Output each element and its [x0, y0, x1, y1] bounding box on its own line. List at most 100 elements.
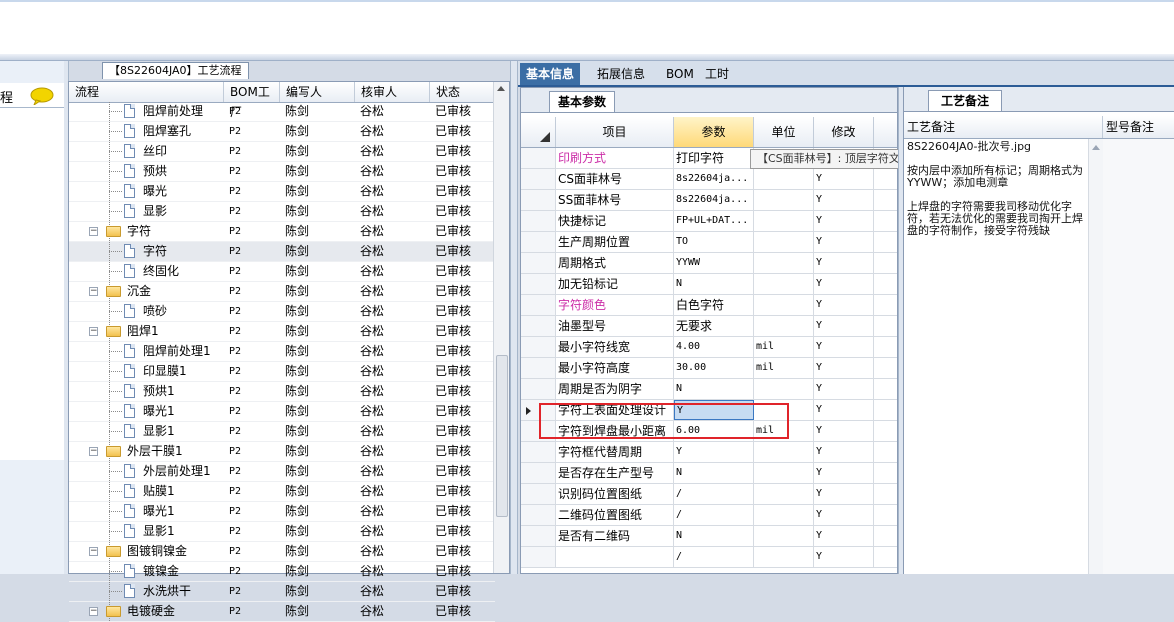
row-indicator[interactable] — [521, 379, 556, 399]
table-row[interactable]: 喷砂 P2 陈剑 谷松 已审核 — [69, 302, 495, 322]
tab-bom[interactable]: BOM — [660, 63, 700, 85]
table-row[interactable]: 曝光1 P2 陈剑 谷松 已审核 — [69, 502, 495, 522]
param-row[interactable]: 字符颜色 白色字符 Y — [521, 295, 897, 316]
notes-scrollbar[interactable] — [1088, 139, 1104, 574]
param-row[interactable]: SS面菲林号 8s22604ja... Y — [521, 190, 897, 211]
col-header-unit[interactable]: 单位 — [754, 117, 814, 147]
param-value[interactable]: 打印字符 — [674, 148, 754, 168]
grid-corner[interactable] — [521, 117, 556, 147]
param-value[interactable]: 30.00 — [674, 358, 754, 378]
param-modify[interactable]: Y — [814, 190, 874, 210]
collapse-toggle-icon[interactable]: − — [89, 547, 98, 556]
param-row[interactable]: 油墨型号 无要求 Y — [521, 316, 897, 337]
col-header-item[interactable]: 项目 — [556, 117, 674, 147]
table-row[interactable]: − 外层干膜1 P2 陈剑 谷松 已审核 — [69, 442, 495, 462]
row-indicator[interactable] — [521, 526, 556, 546]
middle-splitter[interactable] — [510, 61, 518, 574]
param-value[interactable]: 8s22604ja... — [674, 190, 754, 210]
table-row[interactable]: 预烘1 P2 陈剑 谷松 已审核 — [69, 382, 495, 402]
param-modify[interactable]: Y — [814, 379, 874, 399]
table-row[interactable]: 预烘 P2 陈剑 谷松 已审核 — [69, 162, 495, 182]
param-modify[interactable]: Y — [814, 400, 874, 420]
param-value[interactable]: TO — [674, 232, 754, 252]
param-row[interactable]: 快捷标记 FP+UL+DAT... Y — [521, 211, 897, 232]
table-row[interactable]: 阻焊前处理1 P2 陈剑 谷松 已审核 — [69, 342, 495, 362]
param-row[interactable]: / Y — [521, 547, 897, 568]
row-indicator[interactable] — [521, 169, 556, 189]
param-row[interactable]: 最小字符线宽 4.00 mil Y — [521, 337, 897, 358]
param-modify[interactable]: Y — [814, 463, 874, 483]
param-modify[interactable]: Y — [814, 169, 874, 189]
table-row[interactable]: 显影1 P2 陈剑 谷松 已审核 — [69, 422, 495, 442]
param-modify[interactable]: Y — [814, 547, 874, 567]
row-indicator[interactable] — [521, 274, 556, 294]
row-indicator[interactable] — [521, 358, 556, 378]
param-modify[interactable]: Y — [814, 484, 874, 504]
table-row[interactable]: − 图镀铜镍金 P2 陈剑 谷松 已审核 — [69, 542, 495, 562]
param-row[interactable]: CS面菲林号 8s22604ja... Y — [521, 169, 897, 190]
row-indicator[interactable] — [521, 148, 556, 168]
col-header-writer[interactable]: 编写人 — [280, 82, 355, 102]
param-value[interactable]: YYWW — [674, 253, 754, 273]
param-row[interactable]: 识别码位置图纸 / Y — [521, 484, 897, 505]
param-modify[interactable]: Y — [814, 526, 874, 546]
scroll-up-icon[interactable] — [497, 86, 505, 91]
param-value[interactable]: 无要求 — [674, 316, 754, 336]
table-row[interactable]: 印显膜1 P2 陈剑 谷松 已审核 — [69, 362, 495, 382]
row-indicator[interactable] — [521, 295, 556, 315]
row-indicator[interactable] — [521, 484, 556, 504]
notes-textarea[interactable]: 8S22604JA0-批次号.jpg 按内层中添加所有标记；周期格式为YYWW；… — [907, 141, 1087, 249]
tab-basic-info[interactable]: 基本信息 — [520, 63, 581, 85]
scroll-up-icon[interactable] — [1092, 145, 1100, 150]
tab-work-hours[interactable]: 工时 — [699, 63, 735, 85]
table-row[interactable]: 显影1 P2 陈剑 谷松 已审核 — [69, 522, 495, 542]
collapse-toggle-icon[interactable]: − — [89, 227, 98, 236]
col-header-flow[interactable]: 流程 — [69, 82, 224, 102]
col-header-process-notes[interactable]: 工艺备注 — [904, 116, 1103, 138]
col-header-bom[interactable]: BOM工厂 — [224, 82, 280, 119]
col-header-reviewer[interactable]: 核审人 — [355, 82, 430, 102]
param-row[interactable]: 周期格式 YYWW Y — [521, 253, 897, 274]
param-value[interactable]: 8s22604ja... — [674, 169, 754, 189]
param-modify[interactable]: Y — [814, 316, 874, 336]
param-modify[interactable]: Y — [814, 211, 874, 231]
param-row[interactable]: 二维码位置图纸 / Y — [521, 505, 897, 526]
row-indicator[interactable] — [521, 463, 556, 483]
table-row[interactable]: − 字符 P2 陈剑 谷松 已审核 — [69, 222, 495, 242]
param-modify[interactable]: Y — [814, 295, 874, 315]
param-value[interactable]: N — [674, 274, 754, 294]
param-value[interactable]: / — [674, 505, 754, 525]
row-indicator[interactable] — [521, 547, 556, 567]
param-row[interactable]: 加无铅标记 N Y — [521, 274, 897, 295]
collapse-toggle-icon[interactable]: − — [89, 327, 98, 336]
param-row[interactable]: 是否有二维码 N Y — [521, 526, 897, 547]
col-header-status[interactable]: 状态 — [430, 82, 495, 102]
param-row[interactable]: 最小字符高度 30.00 mil Y — [521, 358, 897, 379]
speech-bubble-icon[interactable] — [30, 87, 54, 105]
table-row[interactable]: 曝光1 P2 陈剑 谷松 已审核 — [69, 402, 495, 422]
top-splitter[interactable] — [0, 54, 1174, 61]
table-row[interactable]: − 电镀硬金 P2 陈剑 谷松 已审核 — [69, 602, 495, 622]
table-row[interactable]: 贴膜1 P2 陈剑 谷松 已审核 — [69, 482, 495, 502]
table-row[interactable]: 阻焊塞孔 P2 陈剑 谷松 已审核 — [69, 122, 495, 142]
param-modify[interactable]: Y — [814, 253, 874, 273]
collapse-toggle-icon[interactable]: − — [89, 447, 98, 456]
table-row[interactable]: 曝光 P2 陈剑 谷松 已审核 — [69, 182, 495, 202]
col-header-param[interactable]: 参数 — [674, 117, 754, 147]
param-value[interactable]: / — [674, 547, 754, 567]
param-value[interactable]: N — [674, 379, 754, 399]
param-modify[interactable]: Y — [814, 358, 874, 378]
param-modify[interactable]: Y — [814, 337, 874, 357]
table-row[interactable]: 显影 P2 陈剑 谷松 已审核 — [69, 202, 495, 222]
scroll-thumb[interactable] — [496, 355, 508, 517]
param-modify[interactable]: Y — [814, 442, 874, 462]
row-indicator[interactable] — [521, 253, 556, 273]
process-scrollbar[interactable] — [493, 82, 509, 573]
param-row[interactable]: 是否存在生产型号 N Y — [521, 463, 897, 484]
collapse-toggle-icon[interactable]: − — [89, 607, 98, 616]
row-indicator[interactable] — [521, 505, 556, 525]
col-header-model-notes[interactable]: 型号备注 — [1103, 116, 1174, 138]
param-value[interactable]: 白色字符 — [674, 295, 754, 315]
model-notes-cell[interactable] — [1103, 139, 1174, 574]
row-indicator[interactable] — [521, 442, 556, 462]
